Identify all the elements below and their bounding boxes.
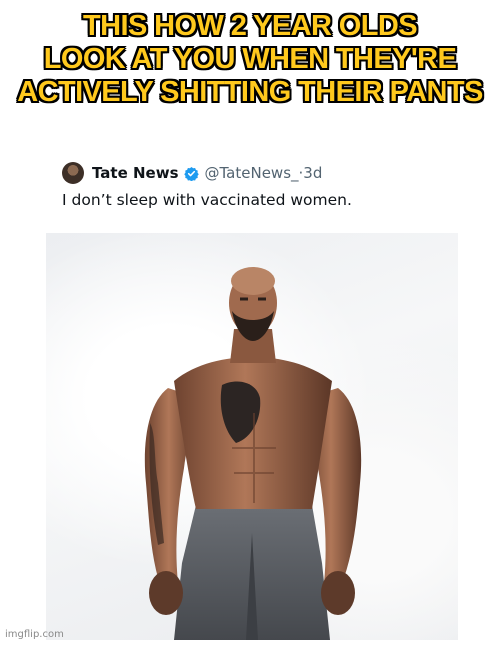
verified-badge-icon <box>183 166 199 181</box>
author-name[interactable]: Tate News <box>92 164 179 182</box>
tweet-author-row: Tate News @TateNews_ · 3d <box>92 162 322 184</box>
tweet-photo[interactable] <box>46 233 458 640</box>
caption-line-2: LOOK AT YOU WHEN THEY'RE <box>43 43 457 75</box>
avatar[interactable] <box>62 162 84 184</box>
caption-line-1: THIS HOW 2 YEAR OLDS <box>83 10 417 42</box>
tweet-timestamp[interactable]: 3d <box>303 164 322 182</box>
caption-line-3: ACTIVELY SHITTING THEIR PANTS <box>17 76 483 108</box>
tweet-screenshot: Tate News @TateNews_ · 3d I don’t sleep … <box>46 147 458 640</box>
shirtless-man-photo <box>144 267 362 640</box>
author-handle[interactable]: @TateNews_ <box>205 164 299 182</box>
meme-caption: THIS HOW 2 YEAR OLDS LOOK AT YOU WHEN TH… <box>6 10 494 109</box>
tweet-header: Tate News @TateNews_ · 3d I don’t sleep … <box>46 147 458 233</box>
tweet-text: I don’t sleep with vaccinated women. <box>62 191 352 209</box>
imgflip-watermark: imgflip.com <box>5 629 64 640</box>
